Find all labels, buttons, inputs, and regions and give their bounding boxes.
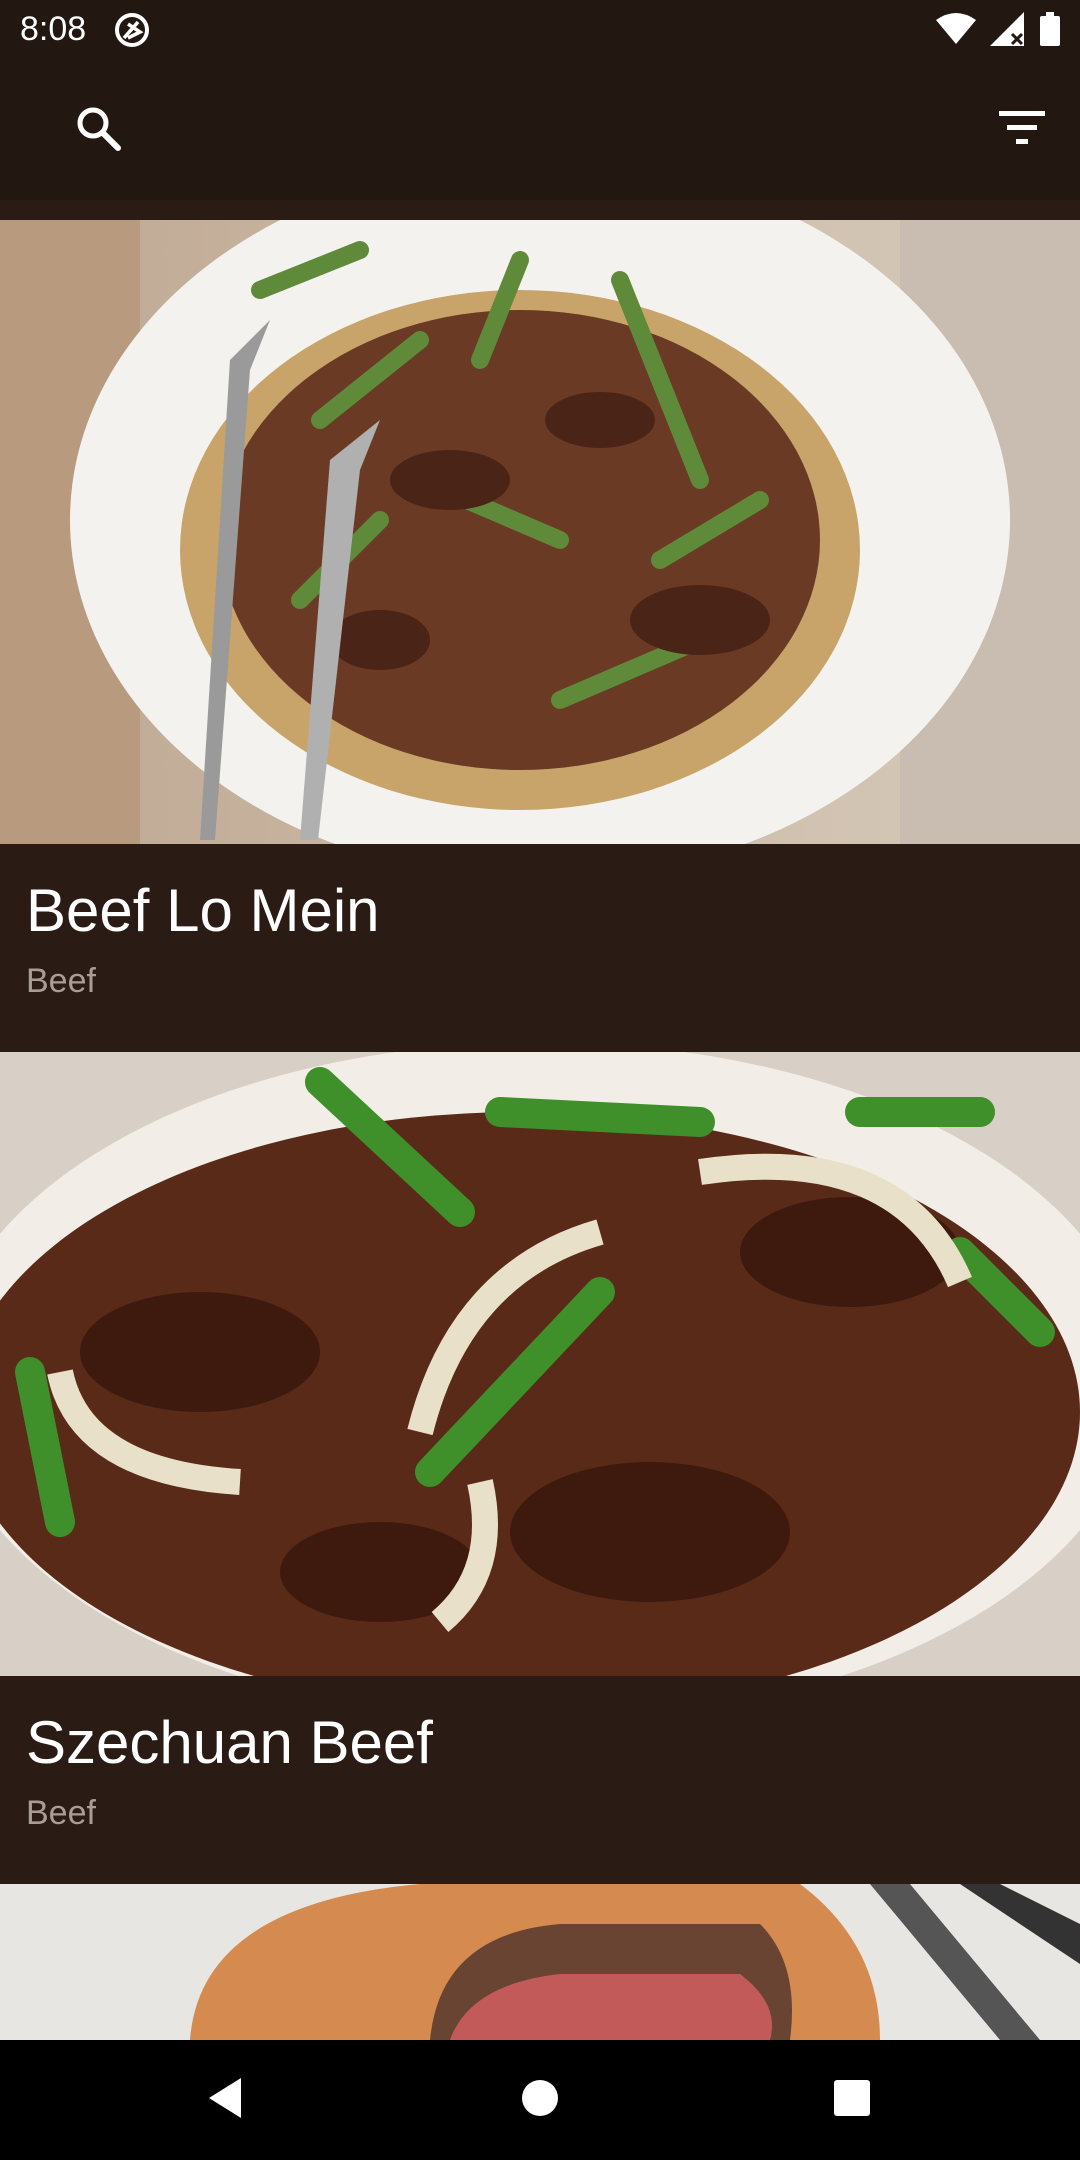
recipe-image[interactable]	[0, 1052, 1080, 1676]
recipe-title: Beef Lo Mein	[26, 877, 380, 944]
recipe-info: Beef Lo Mein Beef	[0, 844, 1080, 1052]
search-icon	[74, 104, 122, 157]
search-button[interactable]	[58, 90, 138, 170]
recipe-category: Beef	[26, 1794, 96, 1832]
recipe-category: Beef	[26, 962, 96, 1000]
recipe-card[interactable]	[0, 1884, 1080, 2040]
status-bar: 8:08	[0, 0, 1080, 62]
app-bar	[0, 62, 1080, 200]
wifi-icon	[936, 12, 976, 51]
recipe-image[interactable]	[0, 220, 1080, 844]
recipe-info: Szechuan Beef Beef	[0, 1676, 1080, 1884]
filter-icon	[999, 110, 1045, 150]
recipe-list: Beef Lo Mein Beef Szechuan Beef Beef	[0, 220, 1080, 2040]
navigation-bar	[0, 2040, 1080, 2160]
app-notification-icon	[114, 12, 150, 48]
recipe-card[interactable]: Beef Lo Mein Beef	[0, 220, 1080, 1052]
recipe-title: Szechuan Beef	[26, 1709, 433, 1776]
recents-button[interactable]	[802, 2050, 902, 2150]
back-button[interactable]	[175, 2050, 275, 2150]
signal-icon	[990, 12, 1026, 51]
recipe-image[interactable]	[0, 1884, 1080, 2040]
home-icon	[521, 2079, 559, 2122]
status-time: 8:08	[20, 10, 87, 48]
recipe-card[interactable]: Szechuan Beef Beef	[0, 1052, 1080, 1884]
filter-button[interactable]	[982, 90, 1062, 170]
home-button[interactable]	[490, 2050, 590, 2150]
back-icon	[205, 2076, 245, 2125]
status-icons	[936, 12, 1060, 51]
recents-icon	[833, 2079, 871, 2122]
battery-icon	[1040, 12, 1060, 51]
